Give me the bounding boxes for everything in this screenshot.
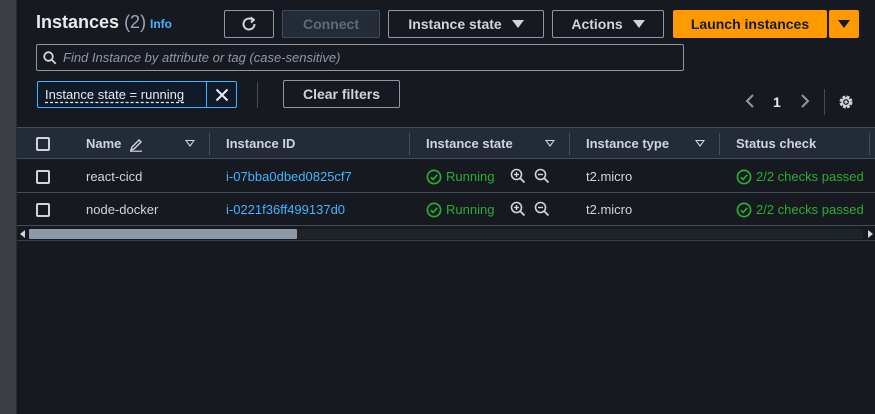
instance-state-value: Running	[446, 202, 495, 217]
column-resizer[interactable]	[569, 133, 570, 155]
edit-pencil-icon	[129, 139, 142, 152]
column-header-instance-id[interactable]: Instance ID	[226, 136, 295, 151]
horizontal-scrollbar[interactable]	[17, 226, 875, 241]
previous-page-button[interactable]	[744, 93, 756, 114]
connect-button[interactable]: Connect	[282, 10, 380, 38]
scrollbar-thumb[interactable]	[29, 229, 297, 239]
instance-name: react-cicd	[86, 169, 143, 184]
sort-instance-state-icon[interactable]	[545, 140, 555, 147]
instance-state-dropdown-label: Instance state	[408, 16, 502, 32]
filter-divider	[257, 82, 258, 108]
chevron-left-icon	[745, 94, 754, 108]
row-checkbox[interactable]	[36, 203, 50, 217]
zoom-in-icon[interactable]	[510, 201, 526, 217]
launch-instances-menu-button[interactable]	[829, 10, 859, 38]
table-header: Name Instance ID Instance state Instance…	[17, 127, 875, 159]
table-row[interactable]: node-docker i-0221f36ff499137d0 Running …	[17, 193, 875, 226]
check-circle-icon	[426, 169, 442, 185]
next-page-button[interactable]	[799, 93, 811, 114]
page-title-text: Instances	[36, 12, 120, 32]
search-input[interactable]	[63, 50, 663, 65]
page-title: Instances (2)	[36, 12, 146, 33]
clear-filters-label: Clear filters	[302, 86, 381, 102]
instance-state-value: Running	[446, 169, 495, 184]
pagination-divider	[824, 89, 825, 115]
launch-instances-label: Launch instances	[690, 16, 810, 32]
column-resizer[interactable]	[869, 133, 870, 155]
row-checkbox[interactable]	[36, 170, 50, 184]
scroll-left-icon[interactable]	[20, 230, 25, 238]
column-resizer[interactable]	[719, 133, 720, 155]
instance-state-dropdown[interactable]: Instance state	[388, 10, 544, 38]
instance-count: (2)	[124, 12, 147, 32]
clear-filters-button[interactable]: Clear filters	[283, 80, 400, 108]
zoom-out-icon[interactable]	[534, 168, 550, 184]
select-all-checkbox[interactable]	[36, 137, 50, 151]
close-icon	[215, 88, 228, 101]
check-circle-icon	[736, 169, 752, 185]
page-number[interactable]: 1	[773, 94, 781, 110]
status-check-value: 2/2 checks passed	[756, 202, 864, 217]
caret-down-icon	[838, 20, 850, 28]
preferences-button[interactable]	[837, 93, 855, 116]
column-header-instance-type[interactable]: Instance type	[586, 136, 669, 151]
info-link[interactable]: Info	[150, 17, 172, 31]
left-edge-strip	[0, 0, 17, 414]
instance-name: node-docker	[86, 202, 159, 217]
connect-button-label: Connect	[303, 16, 359, 32]
refresh-button[interactable]	[224, 10, 274, 38]
instance-type-value: t2.micro	[586, 169, 633, 184]
column-header-instance-state[interactable]: Instance state	[426, 136, 513, 151]
status-check-value: 2/2 checks passed	[756, 169, 864, 184]
column-resizer[interactable]	[409, 133, 410, 155]
check-circle-icon	[426, 202, 442, 218]
column-resizer[interactable]	[209, 133, 210, 155]
check-circle-icon	[736, 202, 752, 218]
table-row[interactable]: react-cicd i-07bba0dbed0825cf7 Running t…	[17, 160, 875, 193]
filter-token: Instance state = running	[37, 81, 237, 108]
column-header-name-label: Name	[86, 136, 122, 151]
instances-panel: Instances (2) Info Connect Instance stat…	[17, 0, 875, 414]
remove-filter-button[interactable]	[206, 82, 236, 107]
actions-dropdown[interactable]: Actions	[552, 10, 664, 38]
filter-token-label[interactable]: Instance state = running	[38, 82, 206, 107]
search-bar[interactable]	[36, 44, 684, 71]
actions-dropdown-label: Actions	[571, 16, 623, 32]
refresh-icon	[242, 16, 256, 31]
instance-id-link[interactable]: i-07bba0dbed0825cf7	[226, 169, 352, 184]
instance-type-value: t2.micro	[586, 202, 633, 217]
instances-table: Name Instance ID Instance state Instance…	[17, 127, 875, 241]
chevron-right-icon	[801, 94, 810, 108]
column-header-name[interactable]: Name	[86, 136, 121, 151]
instance-id-link[interactable]: i-0221f36ff499137d0	[226, 202, 345, 217]
sort-instance-type-icon[interactable]	[695, 140, 705, 147]
zoom-out-icon[interactable]	[534, 201, 550, 217]
caret-down-icon	[632, 20, 645, 28]
sort-name-icon[interactable]	[185, 140, 195, 147]
launch-instances-button[interactable]: Launch instances	[673, 10, 827, 38]
column-header-status-check[interactable]: Status check	[736, 136, 816, 151]
search-icon	[43, 50, 57, 64]
gear-icon	[839, 95, 853, 109]
zoom-in-icon[interactable]	[510, 168, 526, 184]
caret-down-icon	[511, 20, 524, 28]
scroll-right-icon[interactable]	[868, 230, 873, 238]
